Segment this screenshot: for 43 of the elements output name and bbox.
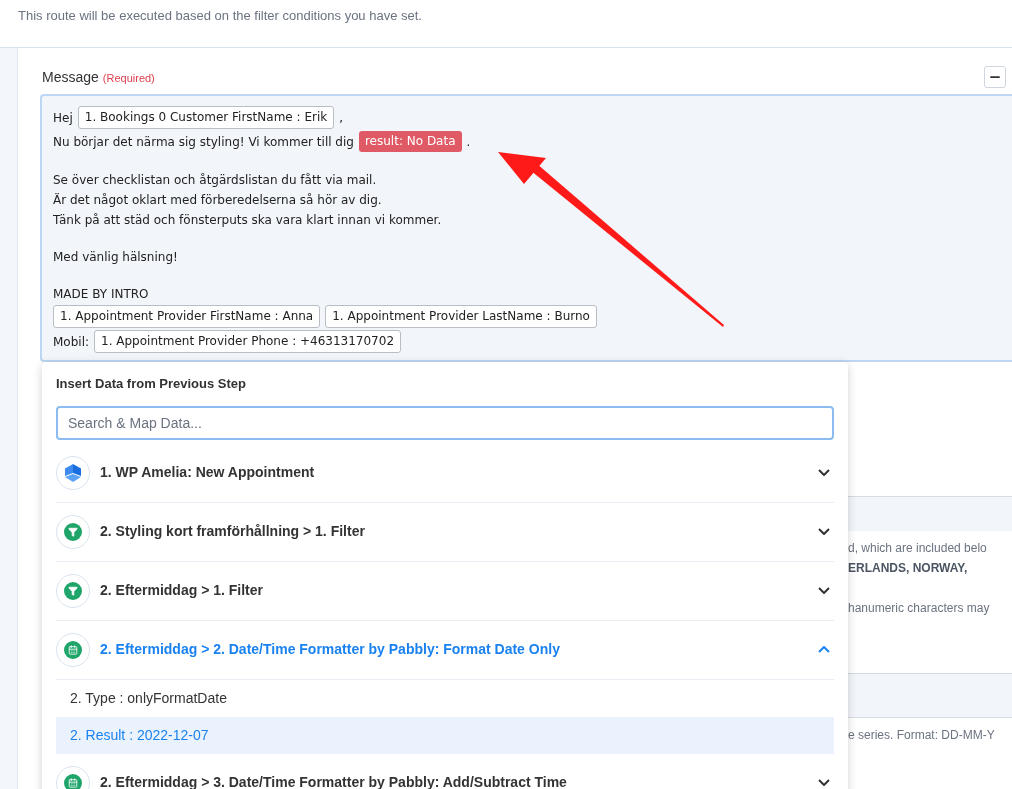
cube-icon — [65, 463, 81, 482]
calendar-icon — [64, 640, 82, 659]
filter-icon — [64, 581, 82, 600]
field-label: Message — [42, 67, 99, 87]
message-text: Se över checklistan och åtgärdslistan du fått via mail. — [53, 172, 377, 189]
search-field[interactable]: Search & Map Data... — [56, 405, 834, 440]
step-title: 2. Eftermiddag > 1. Filter — [100, 581, 264, 600]
collapse-button[interactable] — [984, 66, 1006, 88]
panel-title: Insert Data from Previous Step — [56, 375, 247, 393]
step-row[interactable]: 1. WP Amelia: New Appointment — [56, 443, 834, 503]
step-title: 1. WP Amelia: New Appointment — [100, 463, 316, 482]
step-row[interactable]: 2. Eftermiddag > 2. Date/Time Formatter by Pabbly: Format Date Only — [56, 620, 834, 680]
message-text: Nu börjar det närma sig styling! Vi kommer till dig — [53, 133, 354, 151]
message-text: Med vänlig hälsning! — [53, 249, 178, 266]
help-text: e series. Format: DD-MM-Y — [848, 727, 996, 744]
data-field-item[interactable]: 2. Type : onlyFormatDate — [56, 679, 834, 717]
data-token[interactable]: 1. Appointment Provider LastName : Burno — [325, 305, 597, 328]
filter-icon — [64, 522, 82, 541]
help-text: hanumeric characters may — [848, 600, 991, 617]
data-token[interactable]: 1. Appointment Provider FirstName : Anna — [53, 305, 321, 328]
step-title: 2. Eftermiddag > 2. Date/Time Formatter by Pabbly: Format Date Only — [100, 640, 561, 659]
data-field-item[interactable]: 2. Result : 2022-12-07 — [56, 716, 834, 754]
message-text: Hej — [53, 109, 73, 127]
step-row[interactable]: 2. Eftermiddag > 1. Filter — [56, 561, 834, 621]
message-text: MADE BY INTRO — [53, 286, 149, 303]
message-editor[interactable] — [40, 94, 1012, 362]
message-text: Mobil: — [53, 333, 90, 351]
data-token[interactable]: 1. Bookings 0 Customer FirstName : Erik — [77, 106, 335, 129]
step-title: 2. Eftermiddag > 3. Date/Time Formatter by Pabbly: Add/Subtract Time — [100, 773, 568, 789]
message-text: Tänk på att städ och fönsterputs ska vara klart innan vi kommer. — [53, 212, 442, 229]
required-note: (Required) — [102, 70, 155, 86]
message-text: Är det något oklart med förberedelserna så hör av dig. — [53, 192, 382, 209]
step-title: 2. Styling kort framförhållning > 1. Filter — [100, 522, 366, 541]
help-text: ERLANDS, NORWAY, — [848, 560, 969, 577]
data-token[interactable]: 1. Appointment Provider Phone : +46313170702 — [94, 330, 402, 353]
route-note: This route will be executed based on the filter conditions you have set. — [18, 7, 423, 25]
step-row[interactable]: 2. Eftermiddag > 3. Date/Time Formatter by Pabbly: Add/Subtract Time — [56, 753, 834, 789]
step-row[interactable]: 2. Styling kort framförhållning > 1. Filter — [56, 502, 834, 562]
help-text: d, which are included belo — [848, 540, 988, 557]
calendar-icon — [64, 773, 82, 789]
message-text: , — [339, 109, 343, 127]
message-text: . — [466, 133, 471, 151]
no-data-token[interactable]: result: No Data — [358, 131, 462, 152]
